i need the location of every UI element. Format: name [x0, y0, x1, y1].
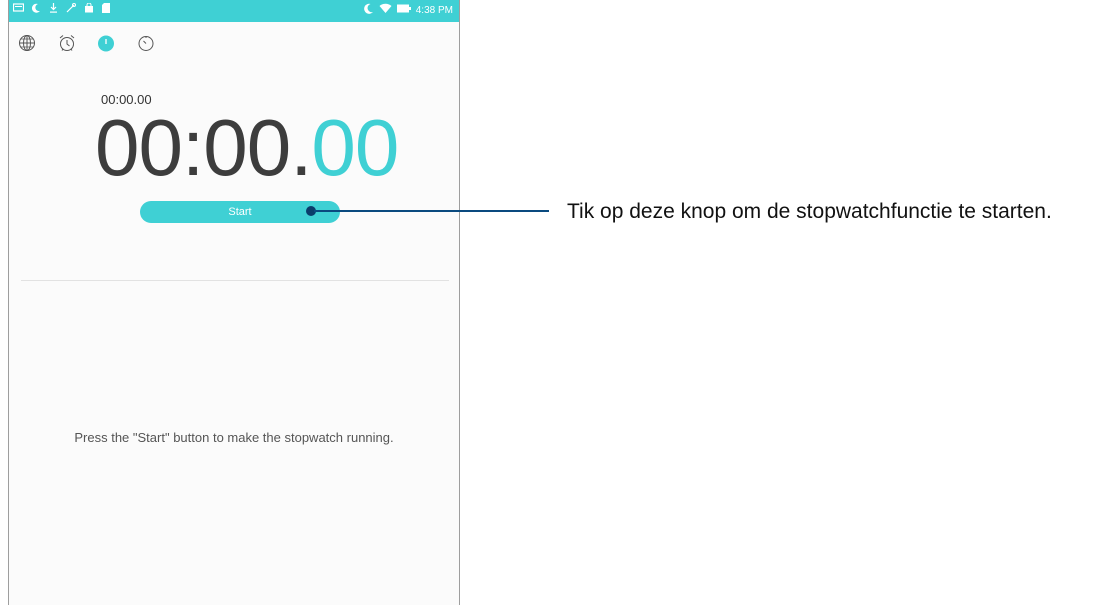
status-time: 4:38 PM: [415, 5, 453, 16]
hint-text: Press the "Start" button to make the sto…: [74, 430, 394, 445]
elapsed-centiseconds: 00: [311, 103, 399, 192]
elapsed-main: 00:00.: [95, 103, 312, 192]
callout-line: [314, 210, 549, 212]
page: 4:38 PM 00:00.00 00:00.00 Start Press th…: [0, 0, 1099, 605]
alarm-clock-icon: [58, 34, 76, 57]
phone-screen: 4:38 PM 00:00.00 00:00.00 Start Press th…: [8, 0, 460, 605]
status-bar-notifications: [12, 2, 110, 18]
timer-icon: [137, 34, 155, 57]
tab-stopwatch[interactable]: [95, 34, 117, 56]
message-icon: [12, 3, 25, 18]
tab-alarm[interactable]: [56, 34, 78, 56]
battery-icon: [396, 4, 411, 18]
status-bar: 4:38 PM: [9, 0, 459, 22]
moon-icon: [363, 3, 374, 19]
download-icon: [49, 3, 58, 18]
stopwatch-icon: [97, 34, 115, 57]
shopping-bag-icon: [84, 2, 94, 18]
callout-text: Tik op deze knop om de stopwatchfunctie …: [567, 200, 1052, 223]
wifi-icon: [379, 3, 392, 19]
divider: [21, 280, 449, 281]
tab-timer[interactable]: [135, 34, 157, 56]
sd-card-icon: [102, 3, 110, 18]
globe-icon: [18, 34, 36, 57]
tool-icon: [66, 3, 76, 18]
status-bar-system: 4:38 PM: [363, 3, 453, 19]
moon-icon: [31, 3, 41, 18]
elapsed-time: 00:00.00: [95, 98, 399, 198]
tab-world-clock[interactable]: [16, 34, 38, 56]
